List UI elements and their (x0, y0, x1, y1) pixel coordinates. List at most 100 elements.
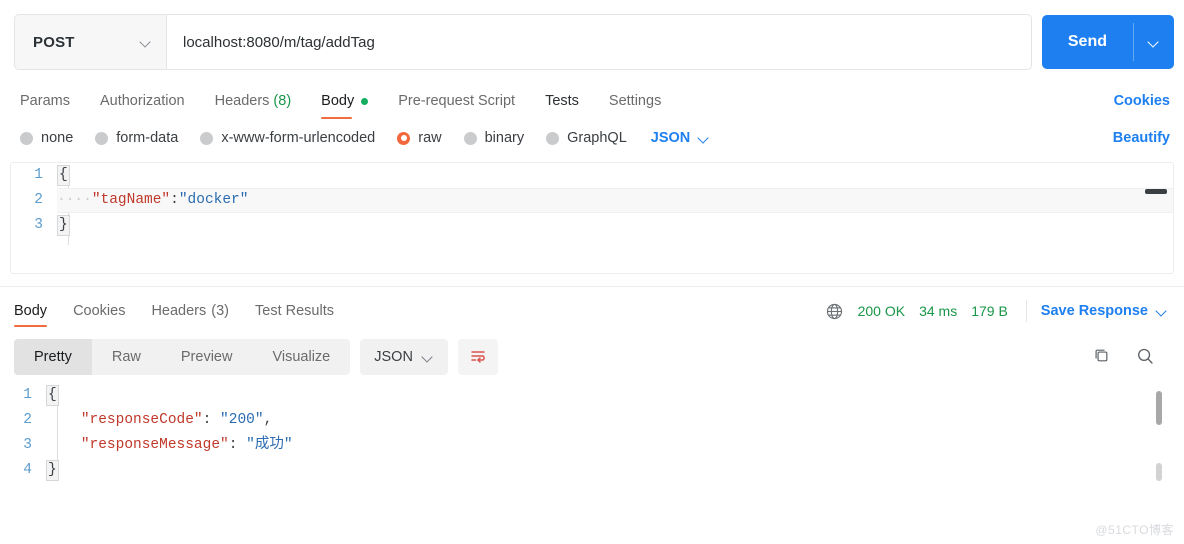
body-type-graphql[interactable]: GraphQL (546, 130, 627, 146)
json-key: "responseCode" (80, 412, 203, 428)
body-type-urlencoded[interactable]: x-www-form-urlencoded (200, 130, 375, 146)
response-size: 179 B (971, 303, 1008, 319)
tab-headers-label: Headers (214, 93, 270, 109)
view-mode-preview[interactable]: Preview (161, 339, 253, 375)
copy-response-button[interactable] (1084, 340, 1118, 374)
body-type-raw-label: raw (418, 130, 442, 146)
response-toolbar: Pretty Raw Preview Visualize JSON (0, 333, 1184, 381)
response-status-code: 200 OK (857, 303, 906, 319)
code-line: 3 "responseMessage": "成功" (0, 433, 1184, 458)
response-tab-body-active-underline (14, 324, 48, 327)
body-type-form-data[interactable]: form-data (95, 130, 178, 146)
json-value: "docker" (178, 192, 249, 208)
tab-headers-count: (8) (273, 93, 292, 109)
line-number: 1 (34, 167, 43, 183)
send-options-button[interactable] (1134, 15, 1174, 69)
response-tab-test-results[interactable]: Test Results (255, 289, 334, 333)
raw-format-label: JSON (650, 130, 691, 146)
tab-authorization[interactable]: Authorization (100, 82, 185, 120)
json-value: "成功" (246, 437, 293, 453)
view-mode-preview-label: Preview (180, 349, 233, 365)
view-mode-raw[interactable]: Raw (92, 339, 161, 375)
body-type-none-label: none (41, 130, 74, 146)
view-mode-pretty[interactable]: Pretty (14, 339, 92, 375)
tab-body[interactable]: Body (321, 82, 369, 120)
tab-authorization-label: Authorization (99, 93, 185, 109)
response-tab-headers-count: (3) (211, 303, 229, 319)
request-url-input[interactable]: localhost:8080/m/tag/addTag (167, 15, 1031, 69)
response-tab-headers-label: Headers (151, 303, 207, 319)
json-separator: : (170, 192, 179, 208)
brace-token: { (57, 165, 70, 186)
code-line: 3 } (11, 213, 1173, 238)
response-body-viewer[interactable]: 1 { 2 "responseCode": "200", 3 "response… (0, 383, 1184, 493)
line-number: 3 (34, 217, 43, 233)
body-type-none[interactable]: none (20, 130, 73, 146)
watermark: @51CTO博客 (1095, 523, 1174, 537)
json-key: "responseMessage" (80, 437, 229, 453)
response-tab-cookies[interactable]: Cookies (73, 289, 125, 333)
radio-icon (463, 131, 477, 145)
code-text: ····"tagName":"docker" (57, 188, 248, 213)
request-tabs: Params Authorization Headers (8) Body Pr… (0, 82, 1184, 120)
url-combo: POST localhost:8080/m/tag/addTag (14, 14, 1032, 70)
beautify-link[interactable]: Beautify (1113, 130, 1170, 146)
tab-settings[interactable]: Settings (609, 82, 661, 120)
globe-icon (825, 302, 844, 321)
view-mode-visualize[interactable]: Visualize (252, 339, 350, 375)
code-text: "responseMessage": "成功" (46, 433, 293, 458)
view-mode-visualize-label: Visualize (272, 349, 331, 365)
code-line: 4 } (0, 458, 1184, 483)
raw-format-select[interactable]: JSON (651, 130, 711, 146)
chevron-down-icon (1157, 306, 1168, 317)
response-tab-body-label: Body (14, 303, 48, 319)
chevron-down-icon (141, 37, 152, 48)
request-response-divider (0, 286, 1184, 287)
response-tab-test-results-label: Test Results (255, 303, 334, 319)
code-line: 2 ····"tagName":"docker" (11, 188, 1173, 213)
code-text: { (46, 383, 59, 408)
body-modified-dot-icon (361, 97, 369, 105)
code-text: "responseCode": "200", (46, 408, 272, 433)
search-response-button[interactable] (1128, 340, 1162, 374)
response-format-select[interactable]: JSON (360, 339, 448, 375)
view-mode-pretty-label: Pretty (34, 349, 72, 365)
body-type-binary[interactable]: binary (463, 130, 524, 146)
response-tab-cookies-label: Cookies (73, 303, 126, 319)
status-divider (1025, 300, 1027, 322)
tab-settings-label: Settings (608, 93, 662, 109)
body-type-raw[interactable]: raw (397, 130, 442, 146)
request-body-code: 1 { 2 ····"tagName":"docker" 3 } (11, 163, 1173, 238)
json-separator: : (202, 412, 221, 428)
word-wrap-toggle[interactable] (457, 339, 498, 375)
chevron-down-icon (1149, 37, 1160, 48)
save-response-button[interactable]: Save Response (1041, 303, 1168, 319)
tab-headers[interactable]: Headers (8) (215, 82, 292, 120)
http-method-select[interactable]: POST (15, 15, 167, 69)
code-text: } (46, 458, 59, 483)
cookies-link[interactable]: Cookies (1114, 93, 1170, 109)
response-tab-body[interactable]: Body (14, 289, 48, 333)
tab-tests[interactable]: Tests (545, 82, 579, 120)
tab-tests-label: Tests (545, 93, 579, 109)
radio-icon (200, 131, 214, 145)
copy-icon (1092, 346, 1111, 368)
radio-icon (20, 131, 33, 145)
response-scrollbar-thumb-secondary[interactable] (1156, 463, 1162, 481)
view-mode-raw-label: Raw (111, 349, 141, 365)
json-comma: , (263, 412, 273, 428)
response-scrollbar-thumb[interactable] (1156, 391, 1162, 425)
send-button[interactable]: Send (1042, 15, 1133, 69)
request-body-editor[interactable]: 1 { 2 ····"tagName":"docker" 3 } (10, 162, 1174, 274)
search-icon (1135, 346, 1155, 369)
request-editor-scrollbar-thumb[interactable] (1145, 189, 1167, 194)
tab-params[interactable]: Params (20, 82, 70, 120)
chevron-down-icon (699, 133, 710, 144)
response-view-mode-group: Pretty Raw Preview Visualize (14, 339, 351, 375)
code-line: 1 { (11, 163, 1173, 188)
tab-pre-request-script[interactable]: Pre-request Script (398, 82, 515, 120)
response-tab-headers[interactable]: Headers (3) (151, 289, 229, 333)
code-line: 1 { (0, 383, 1184, 408)
